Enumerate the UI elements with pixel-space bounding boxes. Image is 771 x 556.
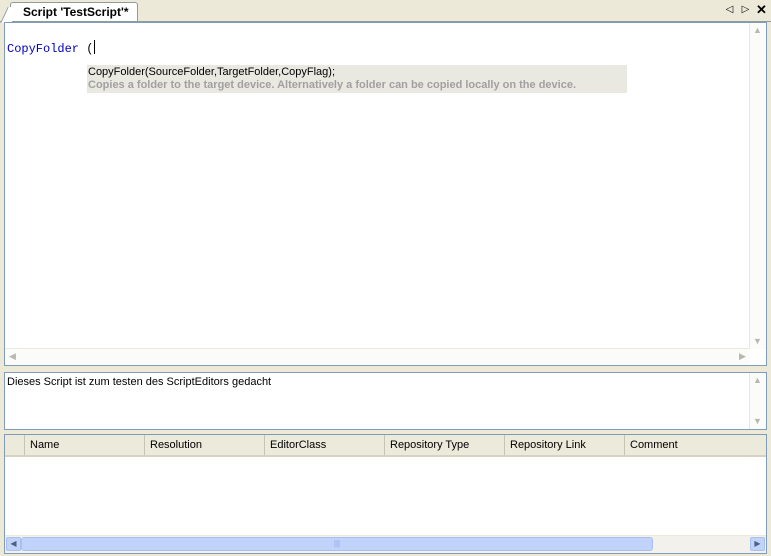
column-header-blank[interactable] xyxy=(5,435,25,455)
editor-horizontal-scrollbar[interactable]: ◀ ▶ xyxy=(5,348,750,365)
close-icon[interactable]: ✕ xyxy=(756,3,767,17)
tab-controls: ◁ ▷ ✕ xyxy=(724,3,767,17)
scroll-right-icon[interactable]: ▶ xyxy=(735,349,750,364)
column-header-repository-type[interactable]: Repository Type xyxy=(385,435,505,455)
scroll-left-icon[interactable]: ◀ xyxy=(6,537,21,551)
column-header-resolution[interactable]: Resolution xyxy=(145,435,265,455)
script-editor[interactable]: CopyFolder ( CopyFolder(SourceFolder,Tar… xyxy=(4,22,767,366)
code-paren: ( xyxy=(79,42,94,56)
grip-icon: ||| xyxy=(333,539,341,548)
scroll-tabs-right-icon[interactable]: ▷ xyxy=(740,3,751,17)
editor-vertical-scrollbar[interactable]: ▲ ▼ xyxy=(749,23,766,349)
column-header-comment[interactable]: Comment xyxy=(625,435,766,455)
scroll-down-icon[interactable]: ▼ xyxy=(750,334,765,349)
code-line[interactable]: CopyFolder ( xyxy=(7,40,96,56)
column-header-repository-link[interactable]: Repository Link xyxy=(505,435,625,455)
scroll-tabs-left-icon[interactable]: ◁ xyxy=(724,3,735,17)
script-description-field[interactable]: Dieses Script ist zum testen des ScriptE… xyxy=(4,372,767,430)
resource-list[interactable]: Name Resolution EditorClass Repository T… xyxy=(4,434,767,554)
code-function-name: CopyFolder xyxy=(7,42,80,56)
scrollbar-thumb[interactable]: ||| xyxy=(21,537,653,551)
tab-label: Script 'TestScript'* xyxy=(23,5,129,19)
column-header-editorclass[interactable]: EditorClass xyxy=(265,435,385,455)
scroll-right-icon[interactable]: ▶ xyxy=(750,537,765,551)
signature-tooltip: CopyFolder(SourceFolder,TargetFolder,Cop… xyxy=(87,65,627,93)
scroll-up-icon[interactable]: ▲ xyxy=(750,373,765,388)
tooltip-description: Copies a folder to the target device. Al… xyxy=(88,79,577,91)
tab-testscript[interactable]: Script 'TestScript'* xyxy=(10,2,138,21)
description-text: Dieses Script ist zum testen des ScriptE… xyxy=(7,376,272,388)
scroll-down-icon[interactable]: ▼ xyxy=(750,414,765,429)
document-tab-strip: Script 'TestScript'* ◁ ▷ ✕ xyxy=(0,0,771,22)
column-header-name[interactable]: Name xyxy=(25,435,145,455)
list-header: Name Resolution EditorClass Repository T… xyxy=(5,435,766,457)
description-vertical-scrollbar[interactable]: ▲ ▼ xyxy=(749,373,766,429)
text-caret xyxy=(94,40,96,54)
list-horizontal-scrollbar[interactable]: ◀ ||| ▶ xyxy=(5,535,766,553)
scroll-up-icon[interactable]: ▲ xyxy=(750,23,765,38)
scroll-left-icon[interactable]: ◀ xyxy=(5,349,20,364)
tooltip-signature: CopyFolder(SourceFolder,TargetFolder,Cop… xyxy=(88,66,336,78)
